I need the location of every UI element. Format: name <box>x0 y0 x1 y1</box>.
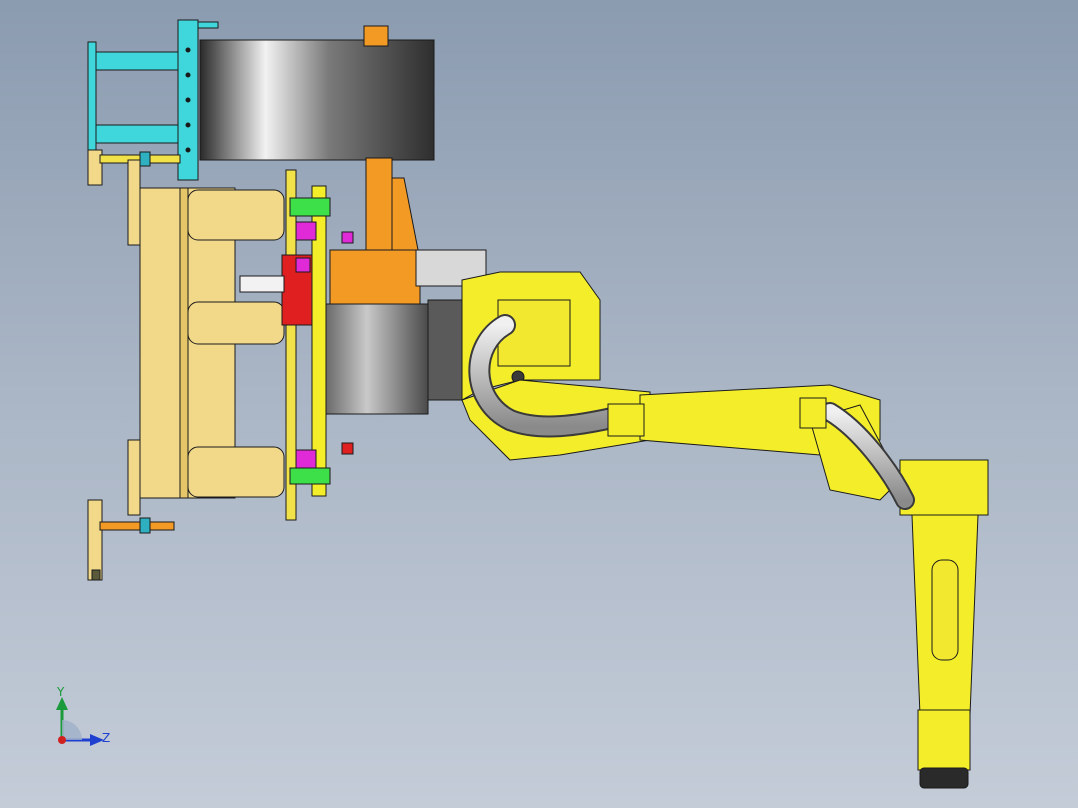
robot-arm <box>639 384 989 789</box>
triad-z-label: Z <box>102 731 111 745</box>
triad-y-label: Y <box>57 685 65 699</box>
drum-roller <box>199 39 435 161</box>
coordinate-triad: Y Z <box>50 685 120 755</box>
tan-gripper-frame <box>87 159 285 581</box>
cyan-fixture-frame <box>87 19 219 186</box>
robot-assembly-model[interactable] <box>0 0 1078 808</box>
cad-viewport[interactable]: Y Z <box>0 0 1078 808</box>
